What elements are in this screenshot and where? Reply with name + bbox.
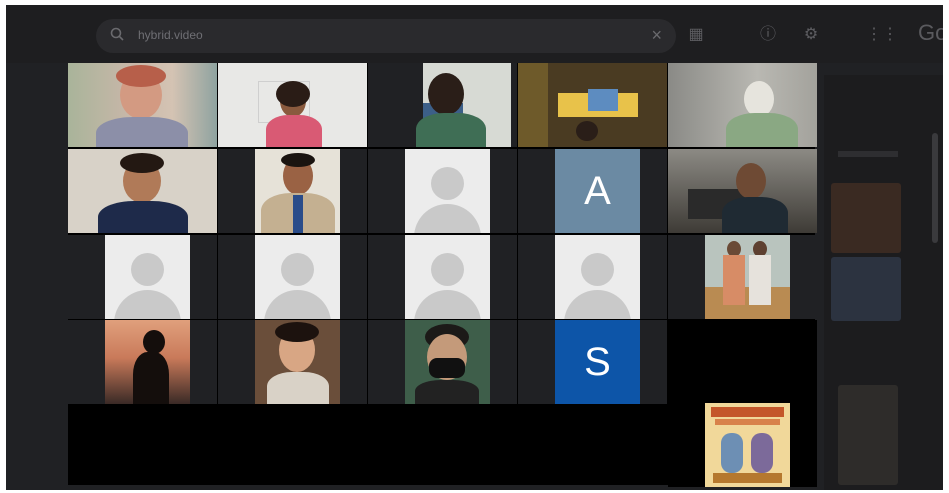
participant-grid: A S	[68, 63, 817, 487]
browser-toolbar: hybrid.video × ▦ ⓘ ⚙ ⋮⋮ Go	[6, 5, 943, 63]
brand-text: Go	[918, 20, 943, 45]
grid-icon[interactable]: ▦	[686, 25, 706, 45]
background-thumbnail	[831, 257, 901, 321]
participant-initial-tile[interactable]: S	[518, 320, 667, 404]
background-thumbnail	[831, 183, 901, 253]
participant-video-tile[interactable]	[68, 63, 217, 147]
avatar: S	[555, 320, 640, 404]
participant-placeholder-tile[interactable]	[218, 235, 367, 319]
participant-video-tile[interactable]	[668, 63, 817, 147]
participant-placeholder-tile[interactable]	[368, 235, 517, 319]
apps-icon[interactable]: ⋮⋮	[866, 25, 898, 45]
empty-tile	[668, 320, 817, 404]
avatar-placeholder-icon	[431, 167, 464, 200]
participant-placeholder-tile[interactable]	[518, 235, 667, 319]
settings-icon[interactable]: ⚙	[801, 25, 821, 45]
avatar-placeholder-icon	[131, 253, 164, 286]
search-text: hybrid.video	[138, 28, 203, 42]
organization-logo	[705, 403, 790, 487]
participant-video-tile[interactable]	[68, 149, 217, 233]
participant-video-tile[interactable]	[68, 320, 217, 404]
search-bar[interactable]: hybrid.video ×	[96, 19, 676, 53]
avatar-placeholder-icon	[281, 253, 314, 286]
participant-logo-tile[interactable]	[668, 403, 817, 487]
participant-video-tile[interactable]	[218, 63, 367, 147]
background-thumbnail	[838, 385, 898, 485]
participant-placeholder-tile[interactable]	[68, 235, 217, 319]
participant-video-tile[interactable]	[218, 149, 367, 233]
clear-icon[interactable]: ×	[651, 25, 662, 46]
participant-video-tile[interactable]	[368, 63, 517, 147]
participant-video-tile[interactable]	[668, 235, 817, 319]
participant-video-tile[interactable]	[518, 63, 667, 147]
search-icon	[110, 27, 124, 41]
participant-initial-tile[interactable]: A	[518, 149, 667, 233]
avatar: A	[555, 149, 640, 233]
avatar-placeholder-icon	[431, 253, 464, 286]
participant-video-tile[interactable]	[368, 320, 517, 404]
background-line	[838, 151, 898, 157]
participant-placeholder-tile[interactable]	[368, 149, 517, 233]
help-icon[interactable]: ⓘ	[758, 25, 778, 45]
avatar-placeholder-icon	[581, 253, 614, 286]
participant-video-tile[interactable]	[218, 320, 367, 404]
scrollbar[interactable]	[932, 133, 938, 243]
participant-video-tile[interactable]	[668, 149, 817, 233]
